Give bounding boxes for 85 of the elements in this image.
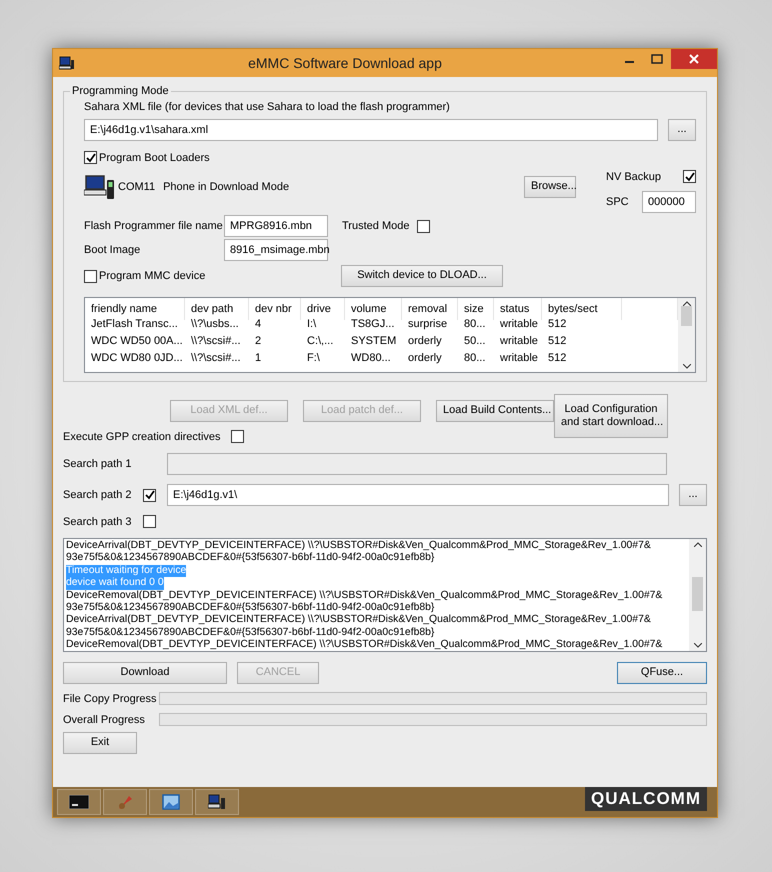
progress-label: Overall Progress [63, 714, 146, 726]
log-line: DeviceArrival(DBT_DEVTYP_DEVICEINTERFACE) \\?\USBSTOR#Disk&Ven_Qualcomm&Prod_MMC_Storage&Rev_1.00#7& [66, 614, 651, 627]
scroll-up-icon[interactable] [682, 301, 690, 306]
browse-button[interactable]: Browse... [524, 176, 576, 198]
table-cell-text: \\?\scsi#... [190, 350, 242, 366]
table-cell-text: writable [499, 350, 539, 366]
field-label: Sahara XML file (for devices that use Sahara to load the flash programmer) [84, 101, 451, 113]
scrollbar[interactable] [678, 298, 695, 372]
qfuse-button[interactable]: QFuse... [617, 662, 707, 684]
table-cell-text: 512 [547, 334, 568, 348]
spc-field[interactable]: 000000 [642, 191, 696, 213]
checkbox[interactable] [230, 430, 244, 443]
checkbox[interactable] [417, 220, 430, 232]
scroll-up-icon[interactable] [694, 542, 702, 547]
picture-icon [162, 794, 180, 810]
checkbox-label: Program MMC device [99, 270, 206, 282]
checkbox[interactable] [84, 151, 97, 164]
load-configuration-button[interactable]: Load Configuration and start download... [554, 394, 668, 438]
input-field[interactable]: E:\j46d1g.v1\sahara.xml [84, 119, 658, 141]
table-cell-text: WD80... [350, 350, 392, 366]
browse-button[interactable]: ... [668, 119, 696, 141]
input-field[interactable]: MPRG8916.mbn [224, 215, 328, 237]
field-label: Boot Image [84, 244, 142, 256]
checkbox[interactable] [683, 170, 696, 183]
table-cell-text: writable [499, 334, 539, 348]
log-line: DeviceArrival(DBT_DEVTYP_DEVICEINTERFACE) \\?\USBSTOR#Disk&Ven_Qualcomm&Prod_MMC_Storage&Rev_1.00#7& [66, 540, 651, 552]
table-cell-text: WDC WD50 00A... [90, 334, 184, 348]
scroll-down-icon[interactable] [682, 364, 690, 369]
taskbar-icon[interactable] [57, 789, 101, 815]
log-line: 93e75f5&0&1234567890ABCDEF&0#{53f56307-b6bf-11d0-94f2-00a0c91efb8b} [66, 552, 434, 565]
maximize-icon [651, 54, 663, 64]
table-cell-text: SYSTEM [350, 334, 398, 348]
table-cell-text: WDC WD80 0JD... [90, 350, 184, 366]
input-field[interactable]: 8916_msimage.mbn [224, 239, 328, 261]
field-label: SPC [606, 196, 629, 208]
table-cell-text: 50... [463, 334, 486, 348]
progress-label: File Copy Progress [63, 692, 158, 704]
checkbox-label: Trusted Mode [342, 220, 410, 232]
checkbox[interactable] [143, 488, 156, 502]
port-label: COM11 [118, 181, 156, 193]
path-field[interactable]: E:\j46d1g.v1\ [167, 484, 669, 506]
field-label: Search path 3 [63, 516, 132, 528]
download-button[interactable]: Download [63, 662, 227, 684]
minimize-icon [624, 61, 634, 63]
field-label: Search path 2 [63, 489, 132, 501]
port-status: Phone in Download Mode [163, 181, 290, 193]
terminal-icon [69, 795, 89, 809]
computer-icon [208, 794, 226, 810]
computer-icon [59, 56, 75, 70]
browse-button[interactable]: ... [679, 484, 707, 506]
scroll-thumb[interactable] [681, 306, 692, 326]
taskbar-icon[interactable] [195, 789, 239, 815]
close-icon [689, 54, 699, 64]
computer-phone-icon [84, 174, 116, 200]
table-cell-text: orderly [407, 350, 443, 366]
tool-icon [116, 793, 134, 811]
checkbox[interactable] [143, 515, 156, 528]
scroll-down-icon[interactable] [694, 643, 702, 648]
table-cell-text: F:\ [306, 350, 321, 366]
log-line: DeviceRemoval(DBT_DEVTYP_DEVICEINTERFACE) \\?\USBSTOR#Disk&Ven_Qualcomm&Prod_MMC_Storage&Rev_1.00#7& [66, 639, 662, 651]
log-line: DeviceRemoval(DBT_DEVTYP_DEVICEINTERFACE) \\?\USBSTOR#Disk&Ven_Qualcomm&Prod_MMC_Storage&Rev_1.00#7& [66, 590, 662, 602]
exit-button[interactable]: Exit [63, 732, 137, 754]
close-button[interactable] [671, 49, 717, 69]
field-label: Flash Programmer file name [84, 220, 224, 232]
checkbox-label: NV Backup [606, 170, 662, 182]
table-cell-text: \\?\scsi#... [190, 334, 242, 348]
brand-logo: QUALCOMM [585, 787, 707, 811]
checkbox-label: Program Boot Loaders [99, 152, 210, 164]
table-cell-text: orderly [407, 334, 443, 348]
field-label: Search path 1 [63, 458, 132, 470]
table-cell-text: C:\,... [306, 334, 334, 348]
log-line: 93e75f5&0&1234567890ABCDEF&0#{53f56307-b6bf-11d0-94f2-00a0c91efb8b} [66, 626, 434, 640]
log-line: 93e75f5&0&1234567890ABCDEF&0#{53f56307-b6bf-11d0-94f2-00a0c91efb8b} [66, 602, 434, 614]
window-title: eMMC Software Download app [247, 55, 443, 71]
load-button[interactable]: Load Build Contents... [436, 400, 554, 422]
switch-dload-button[interactable]: Switch device to DLOAD... [341, 265, 503, 287]
table-cell-text: 2 [254, 334, 262, 348]
checkbox-label: Execute GPP creation directives [63, 430, 221, 442]
group-title: Programming Mode [71, 85, 170, 97]
scroll-thumb[interactable] [692, 577, 703, 611]
table-cell-text: 512 [547, 350, 568, 366]
checkbox[interactable] [84, 270, 97, 282]
table-cell-text: 1 [254, 350, 262, 366]
table-cell-text: 80... [463, 350, 486, 366]
scrollbar[interactable] [689, 539, 706, 651]
